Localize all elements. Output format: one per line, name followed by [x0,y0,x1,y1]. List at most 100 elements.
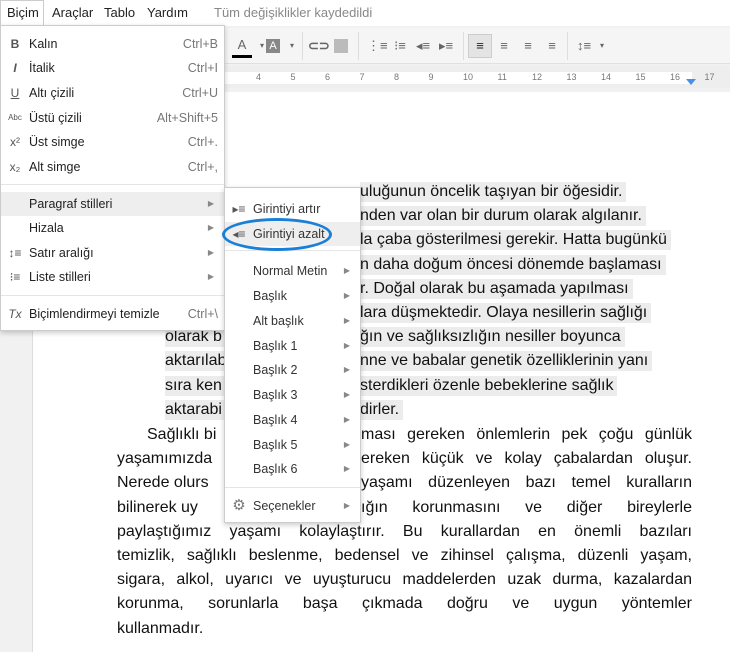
menu-tablo[interactable]: Tablo [104,5,135,20]
highlight-color-icon[interactable]: A [266,39,280,53]
ruler-number: 11 [497,72,507,82]
selected-text-left: aktarılab [165,351,225,372]
selected-text: r. Doğal olarak bu aşamada yapılması [360,278,633,299]
format-menu-item-0[interactable]: B Kalın Ctrl+B [1,32,224,56]
ruler-number: 13 [566,72,577,82]
ruler-number: 9 [428,72,434,82]
divider [1,184,224,185]
link-icon[interactable]: ⊂⊃ [308,36,330,56]
selected-text: sterdikleri özenle bebeklerine sağlık [360,375,618,396]
submenu-item-10[interactable]: Başlık 6 ▶ [225,457,360,481]
paragraph-text: kullanmadır. [117,619,204,637]
chevron-right-icon: ▶ [343,341,350,350]
justify-icon[interactable]: ≡ [542,36,562,56]
chevron-down-icon[interactable]: ▾ [282,36,302,56]
selected-text: ğın ve sağlıksızlığın nesiller boyunca [360,327,625,348]
format-menu-item-10[interactable]: Tx Biçimlendirmeyi temizle Ctrl+\ [1,302,224,326]
paragraph-text-left: Nerede olurs [117,474,209,492]
line-spacing-icon[interactable]: ↕≡ [574,36,594,56]
submenu-item-7[interactable]: Başlık 3 ▶ [225,383,360,407]
menu-yardim[interactable]: Yardım [147,5,188,20]
format-menu-item-2[interactable]: U Altı çizili Ctrl+U [1,81,224,105]
ruler-number: 12 [532,72,543,82]
increase-indent-icon[interactable]: ▸≡ [436,36,456,56]
text-color-icon[interactable]: A [232,36,252,58]
highlight-annotation-circle [222,218,332,251]
menu-araclar[interactable]: Araçlar [52,5,93,20]
submenu-label: Normal Metin [253,264,328,278]
image-icon[interactable] [334,39,348,53]
chevron-right-icon: ▶ [207,272,214,281]
submenu-label: Başlık 1 [253,339,298,353]
right-indent-marker[interactable] [686,79,696,85]
submenu-label: Seçenekler [253,499,316,513]
paragraph-text-right: ması gereken önlemlerin pek çoğu günlük [361,426,692,443]
paragraph-text-right: ığın korunmasını ve diğer bireylerle [361,498,692,516]
divider [463,32,464,60]
divider [358,32,359,60]
numbered-list-icon[interactable]: ⋮≡ [367,36,388,56]
selected-text-left: aktarabi [165,399,225,420]
format-menu-label: Liste stilleri [29,270,91,284]
bulleted-list-icon[interactable]: ⁝≡ [390,36,410,56]
submenu-item-2[interactable]: Normal Metin ▶ [225,259,360,283]
submenu-item-4[interactable]: Alt başlık ▶ [225,309,360,333]
format-menu-label: Kalın [29,37,58,51]
format-menu: B Kalın Ctrl+B I İtalik Ctrl+I U Altı çizili Ctr… [0,25,225,331]
chevron-down-icon[interactable]: ▾ [592,36,612,56]
selected-text: la çaba gösterilmesi gerekir. Hatta bugü… [360,230,671,251]
ruler-number: 16 [670,72,681,82]
chevron-right-icon: ▶ [343,390,350,399]
submenu-label: Başlık 6 [253,462,298,476]
format-menu-item-9[interactable]: ⁝≡ Liste stilleri ▶ [1,265,224,289]
format-icon-9: ⁝≡ [9,270,21,284]
submenu-item-8[interactable]: Başlık 4 ▶ [225,408,360,432]
align-center-icon[interactable]: ≡ [494,36,514,56]
ruler-number: 14 [601,72,612,82]
ruler-number: 17 [704,72,715,82]
selected-text-left: sıra ken [165,375,225,396]
align-right-icon[interactable]: ≡ [518,36,538,56]
format-menu-item-3[interactable]: Abc Üstü çizili Alt+Shift+5 [1,106,224,130]
chevron-right-icon: ▶ [207,248,214,257]
shortcut-label: Ctrl+I [187,61,218,75]
paragraph-text-left: yaşamımızda [117,450,213,468]
format-icon-3: Abc [8,113,22,122]
format-menu-item-4[interactable]: x² Üst simge Ctrl+. [1,130,224,154]
shortcut-label: Ctrl+U [182,86,218,100]
format-menu-label: Alt simge [29,160,81,174]
format-icon-0: B [10,37,20,51]
chevron-right-icon: ▶ [343,365,350,374]
submenu-item-11[interactable]: ⚙ Seçenekler ▶ [225,494,360,518]
submenu-item-6[interactable]: Başlık 2 ▶ [225,358,360,382]
format-menu-item-1[interactable]: I İtalik Ctrl+I [1,56,224,80]
submenu-label: Başlık [253,289,288,303]
format-menu-item-8[interactable]: ↕≡ Satır aralığı ▶ [1,241,224,265]
submenu-item-0[interactable]: ▸≡ Girintiyi artır [225,197,360,221]
submenu-item-5[interactable]: Başlık 1 ▶ [225,334,360,358]
chevron-right-icon: ▶ [343,501,350,510]
format-menu-label: Üstü çizili [29,111,82,125]
submenu-label: Başlık 2 [253,363,298,377]
shortcut-label: Ctrl+\ [187,307,218,321]
format-menu-item-6[interactable]: Paragraf stilleri ▶ [1,192,224,216]
submenu-item-9[interactable]: Başlık 5 ▶ [225,433,360,457]
format-menu-item-7[interactable]: Hizala ▶ [1,216,224,240]
divider [302,32,303,60]
format-menu-item-5[interactable]: x₂ Alt simge Ctrl+, [1,155,224,179]
decrease-indent-icon[interactable]: ◂≡ [413,36,433,56]
chevron-right-icon: ▶ [343,440,350,449]
menu-bicim[interactable]: Biçim [7,5,39,20]
shortcut-label: Alt+Shift+5 [156,111,218,125]
selected-text: dirler. [360,399,404,420]
submenu-label: Başlık 5 [253,438,298,452]
ruler-number: 4 [256,72,262,82]
chevron-right-icon: ▶ [343,415,350,424]
format-menu-label: Satır aralığı [29,246,94,260]
submenu-item-3[interactable]: Başlık ▶ [225,284,360,308]
chevron-right-icon: ▶ [343,316,350,325]
shortcut-label: Ctrl+. [187,135,218,149]
submenu-label: Alt başlık [253,314,304,328]
format-icon-5: x₂ [9,160,21,174]
align-left-icon[interactable]: ≡ [468,34,492,58]
